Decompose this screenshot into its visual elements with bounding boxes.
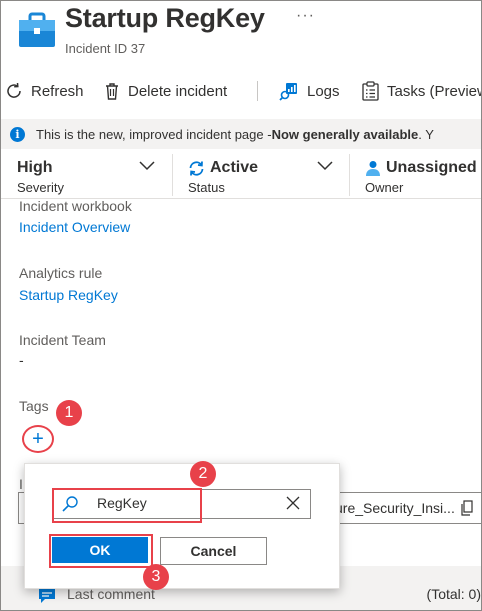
- briefcase-icon: [19, 12, 55, 47]
- cancel-button[interactable]: Cancel: [160, 537, 267, 565]
- incident-team-value: -: [19, 352, 24, 368]
- toolbar-divider: [257, 81, 258, 101]
- status-label: Status: [188, 180, 225, 195]
- incident-id: Incident ID 37: [65, 41, 146, 56]
- step-marker-1: 1: [56, 400, 82, 426]
- info-icon: i: [10, 126, 25, 142]
- incident-workbook-link[interactable]: Incident Overview: [19, 219, 130, 235]
- clear-icon[interactable]: [286, 496, 300, 510]
- owner-value-wrap: Unassigned: [365, 159, 477, 177]
- add-tag-button[interactable]: +: [22, 425, 54, 453]
- logs-button[interactable]: Logs: [279, 75, 340, 107]
- incident-status-bar: High Severity Active Status Unassigned O…: [1, 152, 481, 199]
- tags-label: Tags: [19, 398, 49, 414]
- owner-label: Owner: [365, 180, 404, 195]
- tasks-label: Tasks (Preview: [387, 82, 482, 100]
- clipboard-list-icon: [362, 81, 379, 101]
- owner-dropdown[interactable]: Unassigned Owner: [350, 152, 481, 198]
- step-marker-2: 2: [190, 461, 216, 487]
- hidden-field-label: I: [19, 476, 23, 492]
- analytics-rule-label: Analytics rule: [19, 265, 103, 281]
- status-dropdown[interactable]: Active Status: [173, 152, 349, 198]
- incident-page: Startup RegKey ··· Incident ID 37 Refres…: [0, 0, 482, 611]
- logs-label: Logs: [307, 82, 340, 100]
- refresh-label: Refresh: [31, 82, 84, 100]
- tasks-button[interactable]: Tasks (Preview: [362, 75, 482, 107]
- step-marker-3: 3: [143, 564, 169, 590]
- page-title: Startup RegKey: [65, 3, 265, 33]
- refresh-icon: [7, 82, 21, 98]
- workspace-value: ure_Security_Insi...: [335, 500, 455, 516]
- owner-value: Unassigned: [386, 159, 477, 176]
- command-bar: Refresh Delete incident Logs Tasks (Prev…: [1, 75, 481, 107]
- banner-text: This is the new, improved incident page …: [36, 126, 272, 142]
- trash-icon: [106, 83, 118, 100]
- delete-incident-button[interactable]: Delete incident: [104, 75, 227, 107]
- severity-dropdown[interactable]: High Severity: [1, 152, 172, 198]
- plus-icon: +: [32, 427, 44, 450]
- refresh-button[interactable]: Refresh: [5, 75, 84, 107]
- copy-icon[interactable]: [461, 500, 473, 516]
- banner-tail: . Y: [418, 126, 434, 142]
- incident-team-label: Incident Team: [19, 332, 106, 348]
- comment-icon: [39, 589, 55, 603]
- severity-value: High: [17, 159, 53, 176]
- comment-total: (Total: 0): [426, 586, 481, 602]
- delete-incident-label: Delete incident: [128, 82, 228, 100]
- person-icon: [366, 161, 380, 176]
- status-value: Active: [210, 159, 259, 176]
- more-options-icon[interactable]: ···: [296, 7, 315, 25]
- analytics-rule-link[interactable]: Startup RegKey: [19, 287, 118, 303]
- logs-icon: [279, 83, 297, 101]
- page-header: Startup RegKey ··· Incident ID 37: [1, 1, 481, 67]
- add-tag-popup: OK Cancel: [24, 463, 340, 589]
- chevron-down-icon: [317, 161, 333, 171]
- annotation-highlight-ok: [49, 534, 153, 568]
- refresh-status-icon: [189, 160, 204, 176]
- annotation-highlight-input: [52, 488, 202, 523]
- incident-workbook-label: Incident workbook: [19, 198, 132, 214]
- info-banner: i This is the new, improved incident pag…: [1, 119, 481, 149]
- banner-bold-text: Now generally available: [271, 126, 419, 142]
- chevron-down-icon: [139, 161, 155, 171]
- workspace-field: ure_Security_Insi...: [335, 492, 481, 524]
- severity-label: Severity: [17, 180, 64, 195]
- status-value-wrap: Active: [188, 159, 258, 177]
